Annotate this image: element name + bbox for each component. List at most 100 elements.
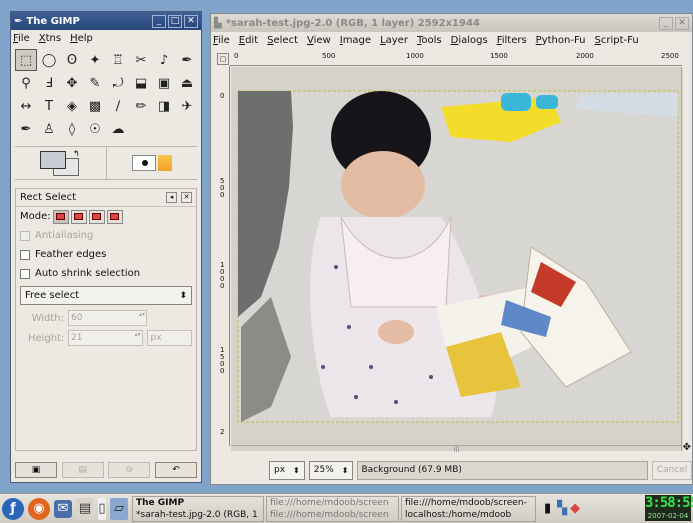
img-menu-image[interactable]: Image <box>340 35 371 46</box>
image-minimize-button[interactable]: _ <box>659 16 673 30</box>
airbrush-tool-icon[interactable]: ✈ <box>176 95 198 117</box>
select-mode-combo[interactable]: Free select ⬍ <box>20 286 192 305</box>
crop-tool-icon[interactable]: ✎ <box>84 72 106 94</box>
update-icon[interactable]: ◆ <box>570 501 580 516</box>
restore-options-button[interactable]: ▤ <box>61 462 104 478</box>
clock[interactable]: 3:58:55 2007-02-04 <box>645 495 693 521</box>
select-mode-value: Free select <box>25 290 80 301</box>
move-tool-icon[interactable]: ✥ <box>61 72 83 94</box>
menu-file[interactable]: File <box>13 33 30 44</box>
network-icon[interactable]: ▚ <box>557 501 567 516</box>
image-titlebar[interactable]: ▙ *sarah-test.jpg-2.0 (RGB, 1 layer) 259… <box>211 14 692 32</box>
img-menu-layer[interactable]: Layer <box>380 35 408 46</box>
vertical-ruler[interactable]: 0 500 1000 1500 2 <box>219 66 230 446</box>
img-menu-filters[interactable]: Filters <box>497 35 527 46</box>
zoom-tool-icon[interactable]: ⚲ <box>15 72 37 94</box>
convolve-tool-icon[interactable]: ◊ <box>61 118 83 140</box>
measure-tool-icon[interactable]: Ⅎ <box>38 72 60 94</box>
img-menu-edit[interactable]: Edit <box>239 35 258 46</box>
img-menu-script-fu[interactable]: Script-Fu <box>595 35 639 46</box>
file-manager-icon[interactable]: ▱ <box>110 497 128 520</box>
mode-add-button[interactable] <box>70 209 87 224</box>
panel-menu-button[interactable]: ◂ <box>166 192 177 203</box>
shear-tool-icon[interactable]: ▣ <box>153 72 175 94</box>
height-spinner[interactable]: 21 <box>68 330 143 346</box>
mail-icon[interactable]: ✉ <box>54 499 72 518</box>
mode-row: Mode: <box>16 207 196 226</box>
image-close-button[interactable]: ✕ <box>675 16 689 30</box>
dodge-burn-tool-icon[interactable]: ☁ <box>107 118 129 140</box>
mode-intersect-button[interactable] <box>106 209 123 224</box>
antialiasing-row: Antialiasing <box>16 226 196 245</box>
vertical-scrollbar[interactable] <box>681 67 690 451</box>
width-spinner[interactable]: 60 <box>68 310 147 326</box>
combo-arrow-icon: ⬍ <box>179 290 187 301</box>
img-menu-tools[interactable]: Tools <box>417 35 442 46</box>
panel-close-button[interactable]: ✕ <box>181 192 192 203</box>
rect-select-tool-icon[interactable]: ⬚ <box>15 49 37 71</box>
firefox-icon[interactable]: ◉ <box>28 497 50 520</box>
task-browser-1[interactable]: file:///home/mdoob/screen file:///home/m… <box>266 495 399 522</box>
paths-tool-icon[interactable]: ♪ <box>153 49 175 71</box>
menu-xtns[interactable]: Xtns <box>39 33 61 44</box>
horizontal-scrollbar[interactable]: ||| <box>231 445 682 454</box>
horizontal-ruler[interactable]: 0 500 1000 1500 2000 2500 <box>230 51 682 66</box>
flip-tool-icon[interactable]: ↔ <box>15 95 37 117</box>
eraser-tool-icon[interactable]: ◨ <box>153 95 175 117</box>
img-menu-select[interactable]: Select <box>267 35 298 46</box>
foreground-color-swatch[interactable] <box>40 151 66 169</box>
scissors-tool-icon[interactable]: ✂ <box>130 49 152 71</box>
mode-subtract-button[interactable] <box>88 209 105 224</box>
ink-tool-icon[interactable]: ✒ <box>15 118 37 140</box>
scale-tool-icon[interactable]: ⬓ <box>130 72 152 94</box>
toolbox-titlebar[interactable]: ✒ The GIMP _ □ ✕ <box>11 12 201 30</box>
rotate-tool-icon[interactable]: ⤾ <box>107 72 129 94</box>
cancel-button[interactable]: Cancel <box>652 460 692 480</box>
close-button[interactable]: ✕ <box>184 14 198 28</box>
feather-edges-checkbox[interactable] <box>20 249 30 260</box>
brush-preview[interactable] <box>132 155 156 171</box>
reset-options-button[interactable]: ↶ <box>154 462 197 478</box>
zoom-selector[interactable]: 25% ⬍ <box>308 460 354 480</box>
photo-baby-reading <box>231 67 683 451</box>
clone-tool-icon[interactable]: ♙ <box>38 118 60 140</box>
color-select-tool-icon[interactable]: ♖ <box>107 49 129 71</box>
unit-combo[interactable]: px <box>146 330 192 346</box>
color-picker-tool-icon[interactable]: ✒ <box>176 49 198 71</box>
bucket-fill-tool-icon[interactable]: ◈ <box>61 95 83 117</box>
gradient-preview[interactable] <box>158 155 172 171</box>
task-gimp[interactable]: The GIMP *sarah-test.jpg-2.0 (RGB, 1 <box>132 495 264 522</box>
pencil-tool-icon[interactable]: ∕ <box>107 95 129 117</box>
antialiasing-checkbox[interactable] <box>20 230 30 241</box>
ellipse-select-tool-icon[interactable]: ◯ <box>38 49 60 71</box>
terminal-icon[interactable]: ▤ <box>76 497 94 520</box>
img-menu-file[interactable]: File <box>213 35 230 46</box>
perspective-tool-icon[interactable]: ⏏ <box>176 72 198 94</box>
img-menu-dialogs[interactable]: Dialogs <box>451 35 488 46</box>
save-options-button[interactable]: ▣ <box>15 462 57 478</box>
blend-tool-icon[interactable]: ▩ <box>84 95 106 117</box>
task-browser-2[interactable]: file:///home/mdoob/screen- localhost:/ho… <box>401 495 536 522</box>
auto-shrink-checkbox[interactable] <box>20 268 30 279</box>
unit-selector[interactable]: px ⬍ <box>269 460 305 480</box>
workspace-switcher[interactable]: ▯ <box>98 497 106 520</box>
free-select-tool-icon[interactable]: ʘ <box>61 49 83 71</box>
mode-replace-button[interactable] <box>52 209 69 224</box>
notification-icon[interactable]: ▮ <box>544 501 551 516</box>
navigate-icon[interactable]: ✥ <box>683 442 691 453</box>
quick-mask-icon[interactable]: ▢ <box>217 53 229 65</box>
img-menu-view[interactable]: View <box>307 35 331 46</box>
image-canvas[interactable] <box>231 67 683 451</box>
paintbrush-tool-icon[interactable]: ✏ <box>130 95 152 117</box>
fedora-menu-icon[interactable]: ƒ <box>2 497 24 520</box>
ruler-h-label: 2500 <box>661 52 679 60</box>
delete-options-button[interactable]: ⊖ <box>108 462 151 478</box>
maximize-button[interactable]: □ <box>168 14 182 28</box>
swap-colors-icon[interactable]: ↰ <box>73 149 80 158</box>
text-tool-icon[interactable]: T <box>38 95 60 117</box>
img-menu-python-fu[interactable]: Python-Fu <box>536 35 586 46</box>
smudge-tool-icon[interactable]: ☉ <box>84 118 106 140</box>
menu-help[interactable]: Help <box>70 33 93 44</box>
minimize-button[interactable]: _ <box>152 14 166 28</box>
fuzzy-select-tool-icon[interactable]: ✦ <box>84 49 106 71</box>
